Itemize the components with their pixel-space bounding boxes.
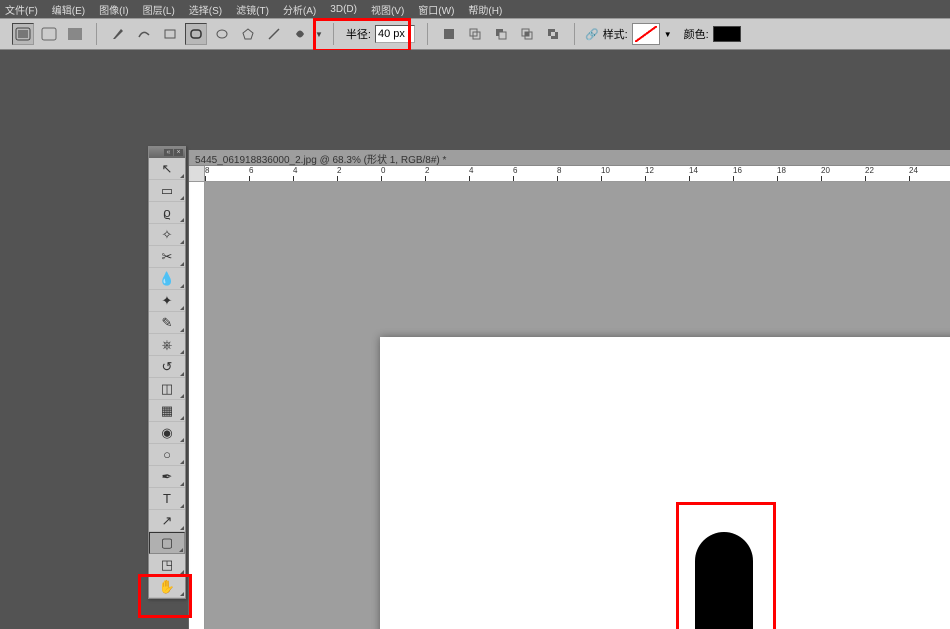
panel-collapse-icon[interactable]: «	[164, 149, 173, 156]
eyedropper-tool[interactable]: 💧	[149, 268, 185, 290]
brush-tool[interactable]: ✎	[149, 312, 185, 334]
menu-3d[interactable]: 3D(D)	[330, 4, 357, 15]
menu-analysis[interactable]: 分析(A)	[283, 2, 316, 17]
menu-bar: 文件(F) 编辑(E) 图像(I) 图层(L) 选择(S) 滤镜(T) 分析(A…	[0, 0, 950, 18]
wand-tool[interactable]: ✧	[149, 224, 185, 246]
hand-tool[interactable]: ✋	[149, 576, 185, 598]
menu-layer[interactable]: 图层(L)	[143, 2, 175, 17]
combine-add-icon[interactable]	[464, 23, 486, 45]
color-group: 颜色:	[680, 26, 745, 42]
polygon-shape-icon[interactable]	[237, 23, 259, 45]
radius-label: 半径:	[346, 26, 371, 42]
menu-window[interactable]: 窗口(W)	[418, 2, 454, 17]
menu-image[interactable]: 图像(I)	[99, 2, 128, 17]
ruler-corner	[189, 166, 205, 182]
ruler-horizontal: 8 6 4 2 0 2 4 6 8 10 12 14 16 18 20 22 2…	[205, 166, 950, 182]
menu-select[interactable]: 选择(S)	[189, 2, 222, 17]
blur-tool[interactable]: ◉	[149, 422, 185, 444]
healing-tool[interactable]: ✦	[149, 290, 185, 312]
radius-input[interactable]	[375, 25, 415, 43]
lasso-tool[interactable]: ϱ	[149, 202, 185, 224]
menu-help[interactable]: 帮助(H)	[468, 2, 502, 17]
path-select-tool[interactable]: ↗	[149, 510, 185, 532]
options-bar: ▼ 半径: 🔗 样式: ▼ 颜色:	[0, 18, 950, 50]
radius-group: 半径:	[340, 23, 421, 45]
move-tool[interactable]: ↖	[149, 158, 185, 180]
combine-intersect-icon[interactable]	[516, 23, 538, 45]
pen-path-group: ▼	[103, 23, 327, 45]
workspace: 5445_061918836000_2.jpg @ 68.3% (形状 1, R…	[0, 50, 950, 629]
dropdown-arrow-icon[interactable]: ▼	[315, 30, 323, 39]
combine-group	[434, 23, 568, 45]
document-title: 5445_061918836000_2.jpg @ 68.3% (形状 1, R…	[189, 150, 950, 166]
rounded-rectangle-shape-icon[interactable]	[185, 23, 207, 45]
combine-exclude-icon[interactable]	[542, 23, 564, 45]
custom-shape-icon[interactable]	[289, 23, 311, 45]
shape-mode-group	[8, 23, 90, 45]
menu-file[interactable]: 文件(F)	[5, 2, 38, 17]
line-shape-icon[interactable]	[263, 23, 285, 45]
marquee-tool[interactable]: ▭	[149, 180, 185, 202]
ellipse-shape-icon[interactable]	[211, 23, 233, 45]
canvas[interactable]	[380, 337, 950, 629]
style-dropdown-icon[interactable]: ▼	[664, 30, 672, 39]
ruler-vertical	[189, 182, 205, 629]
style-label: 样式:	[603, 26, 628, 42]
dodge-tool[interactable]: ○	[149, 444, 185, 466]
history-brush-tool[interactable]: ↺	[149, 356, 185, 378]
tool-panel-header[interactable]: « ×	[149, 147, 185, 158]
link-icon[interactable]: 🔗	[585, 28, 599, 41]
shape-layers-icon[interactable]	[12, 23, 34, 45]
color-label: 颜色:	[684, 26, 709, 42]
type-tool[interactable]: T	[149, 488, 185, 510]
tool-list: ↖▭ϱ✧✂💧✦✎⎈↺◫▦◉○✒T↗▢◳✋	[149, 158, 185, 598]
tool-panel: « × ↖▭ϱ✧✂💧✦✎⎈↺◫▦◉○✒T↗▢◳✋	[148, 146, 186, 599]
3d-tool[interactable]: ◳	[149, 554, 185, 576]
stamp-tool[interactable]: ⎈	[149, 334, 185, 356]
paths-icon[interactable]	[38, 23, 60, 45]
rectangle-shape-icon[interactable]	[159, 23, 181, 45]
shape-rounded-rectangle[interactable]	[695, 532, 753, 629]
pen-tool[interactable]: ✒	[149, 466, 185, 488]
freeform-pen-icon[interactable]	[133, 23, 155, 45]
color-swatch[interactable]	[713, 26, 741, 42]
style-swatch[interactable]	[632, 23, 660, 45]
combine-subtract-icon[interactable]	[490, 23, 512, 45]
panel-close-icon[interactable]: ×	[174, 149, 183, 156]
fill-pixels-icon[interactable]	[64, 23, 86, 45]
combine-new-icon[interactable]	[438, 23, 460, 45]
menu-filter[interactable]: 滤镜(T)	[236, 2, 269, 17]
eraser-tool[interactable]: ◫	[149, 378, 185, 400]
menu-edit[interactable]: 编辑(E)	[52, 2, 85, 17]
style-group: 🔗 样式: ▼	[581, 23, 676, 45]
shape-tool[interactable]: ▢	[149, 532, 185, 554]
canvas-area[interactable]	[205, 182, 950, 629]
menu-view[interactable]: 视图(V)	[371, 2, 404, 17]
pen-icon[interactable]	[107, 23, 129, 45]
crop-tool[interactable]: ✂	[149, 246, 185, 268]
document-window: 5445_061918836000_2.jpg @ 68.3% (形状 1, R…	[188, 150, 950, 629]
gradient-tool[interactable]: ▦	[149, 400, 185, 422]
